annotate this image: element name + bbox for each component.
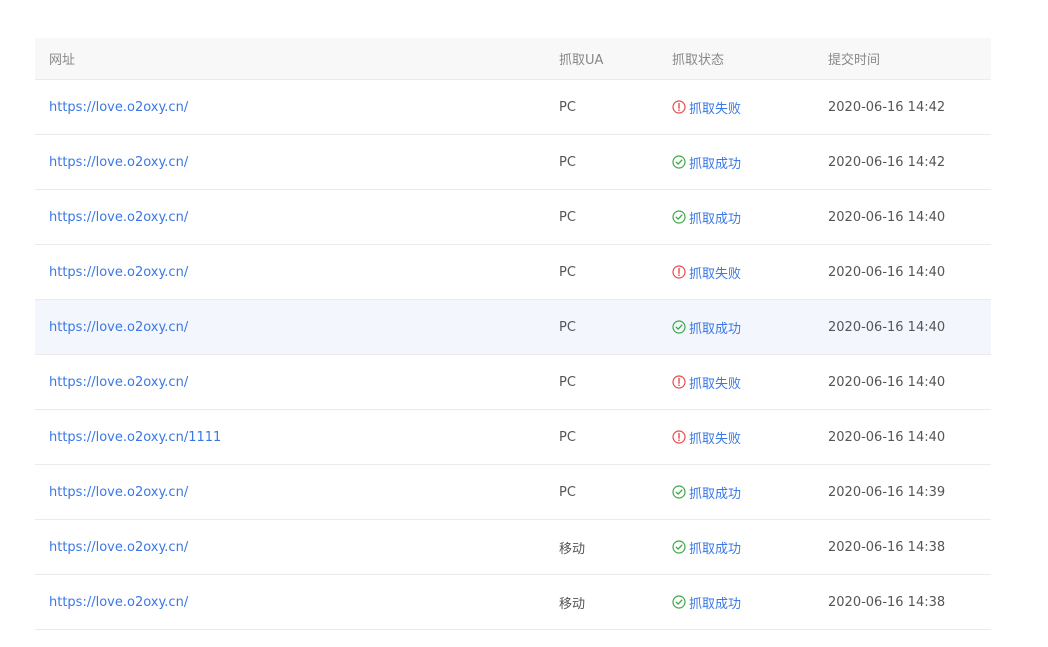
cell-ua: PC	[559, 374, 576, 390]
cell-url: https://love.o2oxy.cn/	[35, 100, 545, 115]
status-text: 抓取成功	[689, 486, 742, 502]
cell-url: https://love.o2oxy.cn/	[35, 210, 545, 225]
cell-status: 抓取成功	[658, 483, 814, 502]
check-circle-icon	[672, 210, 686, 224]
header-status: 抓取状态	[672, 53, 725, 68]
url-link[interactable]: https://love.o2oxy.cn/	[49, 375, 188, 390]
check-circle-icon	[672, 595, 686, 609]
table-row: https://love.o2oxy.cn/移动 抓取成功 2020-06-16 1…	[35, 520, 991, 575]
cell-ua: PC	[559, 154, 576, 170]
cell-url: https://love.o2oxy.cn/	[35, 595, 545, 610]
cell-time: 2020-06-16 14:40	[828, 264, 946, 280]
exclamation-circle-icon	[672, 265, 686, 279]
url-link[interactable]: https://love.o2oxy.cn/	[49, 595, 188, 610]
cell-time: 2020-06-16 14:40	[828, 319, 946, 335]
cell-ua: PC	[559, 99, 576, 115]
cell-url: https://love.o2oxy.cn/	[35, 540, 545, 555]
url-link[interactable]: https://love.o2oxy.cn/	[49, 265, 188, 280]
table-body: https://love.o2oxy.cn/PC 抓取失败 2020-06-16 1…	[35, 80, 991, 630]
cell-status: 抓取失败	[658, 373, 814, 392]
url-link[interactable]: https://love.o2oxy.cn/	[49, 100, 188, 115]
header-url: 网址	[49, 53, 76, 68]
cell-ua: PC	[559, 264, 576, 280]
cell-ua: PC	[559, 319, 576, 335]
cell-time: 2020-06-16 14:39	[828, 484, 946, 500]
cell-time: 2020-06-16 14:38	[828, 539, 946, 555]
cell-url: https://love.o2oxy.cn/	[35, 375, 545, 390]
cell-status: 抓取成功	[658, 153, 814, 172]
cell-status: 抓取成功	[658, 538, 814, 557]
url-link[interactable]: https://love.o2oxy.cn/	[49, 540, 188, 555]
status-text: 抓取失败	[689, 266, 742, 282]
cell-status: 抓取成功	[658, 593, 814, 612]
status-text: 抓取成功	[689, 596, 742, 612]
cell-url: https://love.o2oxy.cn/	[35, 320, 545, 335]
url-link[interactable]: https://love.o2oxy.cn/	[49, 485, 188, 500]
cell-time: 2020-06-16 14:40	[828, 374, 946, 390]
url-link[interactable]: https://love.o2oxy.cn/1111	[49, 430, 221, 445]
status-text: 抓取失败	[689, 101, 742, 117]
url-link[interactable]: https://love.o2oxy.cn/	[49, 320, 188, 335]
table-header: 网址 抓取UA 抓取状态 提交时间	[35, 38, 991, 80]
table-row: https://love.o2oxy.cn/PC 抓取失败 2020-06-16 1…	[35, 80, 991, 135]
cell-ua: PC	[559, 429, 576, 445]
cell-url: https://love.o2oxy.cn/	[35, 265, 545, 280]
status-text: 抓取成功	[689, 541, 742, 557]
check-circle-icon	[672, 320, 686, 334]
crawl-records-table: 网址 抓取UA 抓取状态 提交时间 https://love.o2oxy.cn/…	[35, 38, 991, 630]
cell-status: 抓取成功	[658, 318, 814, 337]
cell-ua: PC	[559, 484, 576, 500]
check-circle-icon	[672, 485, 686, 499]
table-row: https://love.o2oxy.cn/PC 抓取成功 2020-06-16 1…	[35, 465, 991, 520]
table-row: https://love.o2oxy.cn/1111 PC 抓取失败 2020-06-…	[35, 410, 991, 465]
cell-time: 2020-06-16 14:40	[828, 429, 946, 445]
table-row: https://love.o2oxy.cn/PC 抓取失败 2020-06-16 1…	[35, 245, 991, 300]
cell-time: 2020-06-16 14:42	[828, 99, 946, 115]
cell-ua: 移动	[559, 596, 586, 612]
status-text: 抓取失败	[689, 431, 742, 447]
cell-ua: 移动	[559, 541, 586, 557]
cell-url: https://love.o2oxy.cn/	[35, 155, 545, 170]
table-row: https://love.o2oxy.cn/移动 抓取成功 2020-06-16 1…	[35, 575, 991, 630]
cell-status: 抓取失败	[658, 98, 814, 117]
exclamation-circle-icon	[672, 100, 686, 114]
url-link[interactable]: https://love.o2oxy.cn/	[49, 155, 188, 170]
status-text: 抓取成功	[689, 211, 742, 227]
cell-time: 2020-06-16 14:40	[828, 209, 946, 225]
cell-status: 抓取失败	[658, 263, 814, 282]
cell-url: https://love.o2oxy.cn/1111	[35, 430, 545, 445]
exclamation-circle-icon	[672, 375, 686, 389]
url-link[interactable]: https://love.o2oxy.cn/	[49, 210, 188, 225]
table-row: https://love.o2oxy.cn/PC 抓取失败 2020-06-16 1…	[35, 355, 991, 410]
check-circle-icon	[672, 540, 686, 554]
status-text: 抓取成功	[689, 156, 742, 172]
check-circle-icon	[672, 155, 686, 169]
cell-url: https://love.o2oxy.cn/	[35, 485, 545, 500]
status-text: 抓取成功	[689, 321, 742, 337]
table-row: https://love.o2oxy.cn/PC 抓取成功 2020-06-16 1…	[35, 190, 991, 245]
cell-ua: PC	[559, 209, 576, 225]
cell-status: 抓取成功	[658, 208, 814, 227]
status-text: 抓取失败	[689, 376, 742, 392]
header-ua: 抓取UA	[559, 53, 604, 68]
cell-status: 抓取失败	[658, 428, 814, 447]
cell-time: 2020-06-16 14:42	[828, 154, 946, 170]
cell-time: 2020-06-16 14:38	[828, 594, 946, 610]
table-row: https://love.o2oxy.cn/PC 抓取成功 2020-06-16 1…	[35, 135, 991, 190]
table-row: https://love.o2oxy.cn/PC 抓取成功 2020-06-16 1…	[35, 300, 991, 355]
exclamation-circle-icon	[672, 430, 686, 444]
header-time: 提交时间	[828, 53, 881, 68]
